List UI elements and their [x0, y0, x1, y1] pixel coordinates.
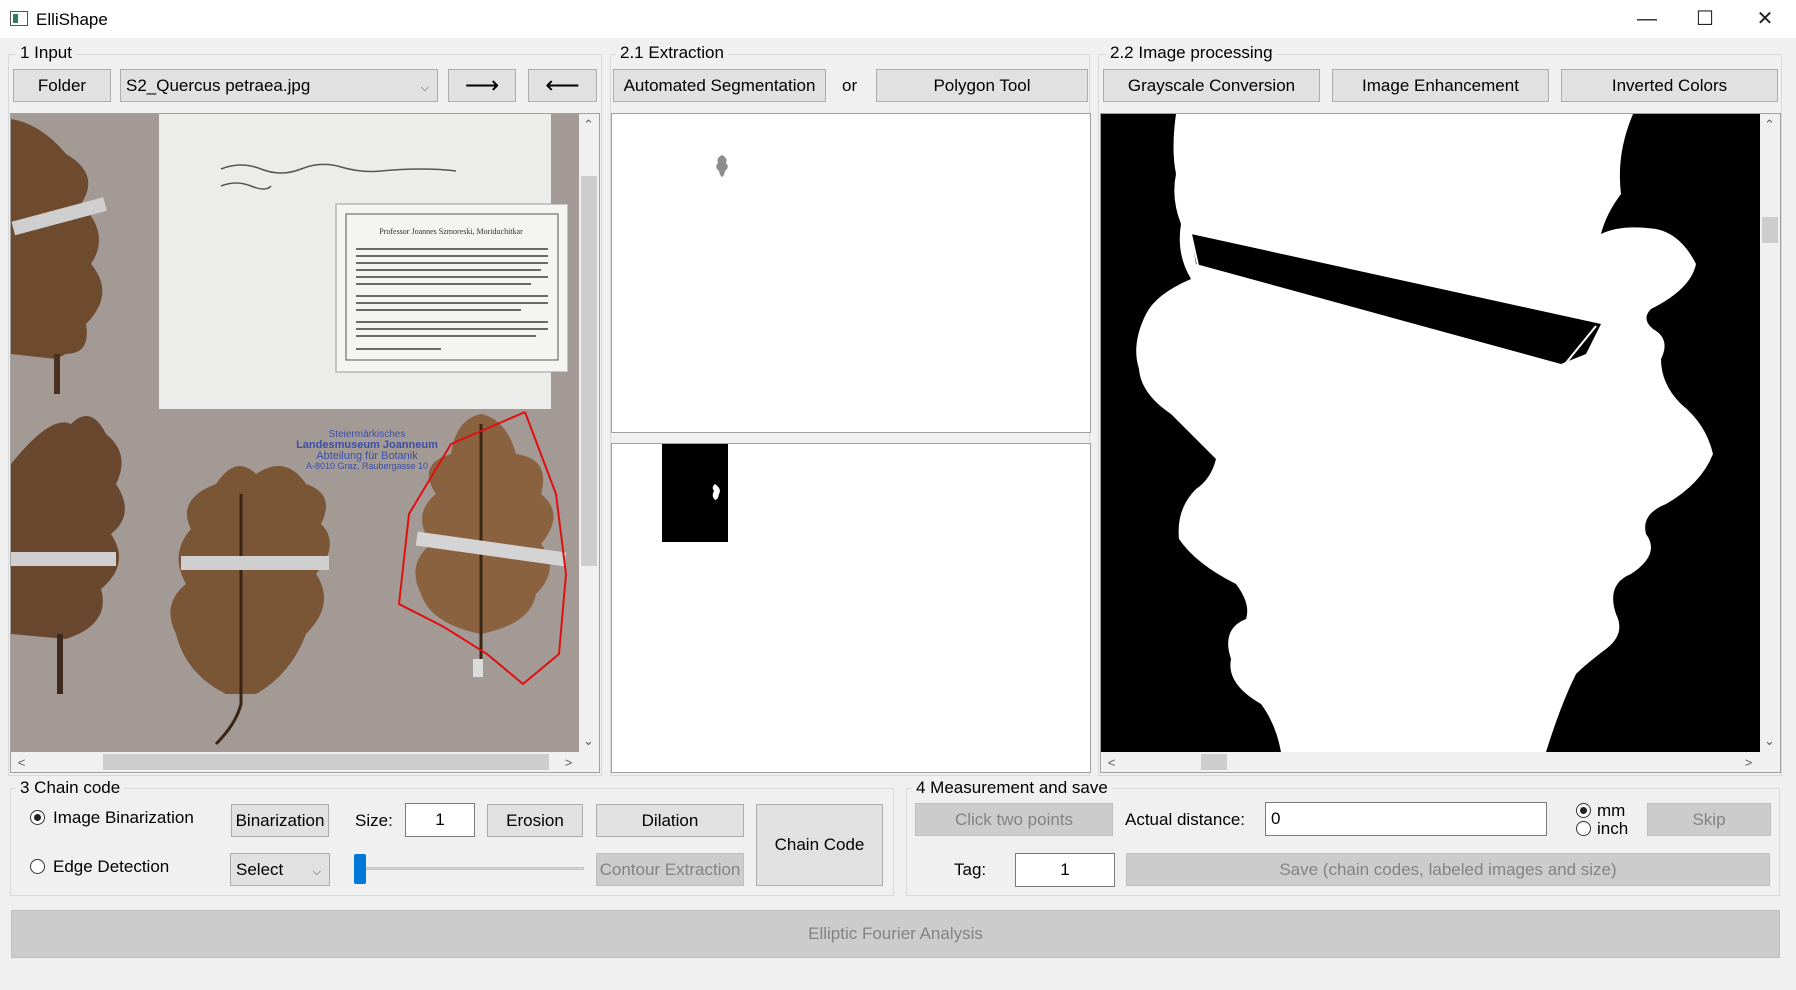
binary-mask-thumbnail — [662, 444, 728, 542]
edge-method-value: Select — [236, 859, 284, 879]
inverted-colors-button[interactable]: Inverted Colors — [1561, 69, 1778, 102]
unit-mm-radio[interactable] — [1576, 803, 1591, 818]
binarization-button[interactable]: Binarization — [231, 804, 329, 837]
unit-inch-label[interactable]: inch — [1597, 819, 1628, 839]
edge-detection-radio[interactable] — [30, 859, 45, 874]
chain-code-group-title: 3 Chain code — [16, 778, 125, 798]
vertical-scroll-thumb[interactable] — [1762, 217, 1778, 243]
polygon-tool-button[interactable]: Polygon Tool — [876, 69, 1088, 102]
stamp-line-4: A-8010 Graz, Raubergasse 10 — [306, 461, 428, 471]
extraction-group-title: 2.1 Extraction — [616, 43, 728, 63]
window-title: ElliShape — [36, 10, 108, 29]
threshold-slider-handle[interactable] — [354, 854, 366, 884]
scroll-right-icon[interactable]: > — [560, 754, 577, 771]
vertical-scroll-thumb[interactable] — [581, 176, 597, 566]
image-binarization-label[interactable]: Image Binarization — [53, 808, 194, 828]
erosion-button[interactable]: Erosion — [487, 804, 583, 837]
tag-input[interactable]: 1 — [1015, 853, 1115, 887]
input-vertical-scrollbar[interactable]: ⌃ ⌄ — [579, 114, 599, 752]
extraction-preview-panel[interactable] — [611, 113, 1091, 433]
file-select[interactable]: S2_Quercus petraea.jpg ⌵ — [120, 69, 438, 102]
chevron-down-icon: ⌵ — [312, 865, 321, 878]
chevron-down-icon: ⌵ — [420, 81, 429, 94]
elliptic-fourier-analysis-button[interactable]: Elliptic Fourier Analysis — [11, 910, 1780, 958]
previous-image-button[interactable]: ⟵ — [528, 69, 597, 102]
contour-extraction-button[interactable]: Contour Extraction — [596, 853, 744, 886]
image-enhancement-button[interactable]: Image Enhancement — [1332, 69, 1549, 102]
folder-button[interactable]: Folder — [13, 69, 111, 102]
unit-inch-radio[interactable] — [1576, 821, 1591, 836]
horizontal-scroll-thumb[interactable] — [103, 754, 549, 770]
edge-detection-label[interactable]: Edge Detection — [53, 857, 169, 877]
automated-segmentation-button[interactable]: Automated Segmentation — [613, 69, 826, 102]
threshold-slider-track[interactable] — [356, 867, 584, 870]
herbarium-image[interactable]: Professor Joannes Szmoreski, Moriduchitk… — [11, 114, 579, 752]
next-image-button[interactable]: ⟶ — [448, 69, 516, 102]
segmented-leaf-thumbnail — [716, 155, 728, 177]
processing-vertical-scrollbar[interactable]: ⌃ ⌄ — [1760, 114, 1780, 752]
scroll-up-icon[interactable]: ⌃ — [1761, 116, 1778, 133]
minimize-icon[interactable]: — — [1618, 0, 1676, 38]
app-icon — [10, 11, 28, 26]
measurement-group-title: 4 Measurement and save — [912, 778, 1112, 798]
size-input[interactable]: 1 — [405, 803, 475, 837]
input-group-title: 1 Input — [16, 43, 76, 63]
dilation-button[interactable]: Dilation — [596, 804, 744, 837]
herbarium-label-title: Professor Joannes Szmoreski, Moriduchitk… — [379, 227, 523, 236]
processing-image-viewer[interactable]: ⌃ ⌄ < > — [1100, 113, 1781, 773]
image-binarization-radio[interactable] — [30, 810, 45, 825]
edge-method-select[interactable]: Select ⌵ — [230, 853, 330, 886]
close-icon[interactable]: ✕ — [1736, 0, 1794, 38]
processing-group-title: 2.2 Image processing — [1106, 43, 1277, 63]
scroll-left-icon[interactable]: < — [13, 754, 30, 771]
skip-button[interactable]: Skip — [1647, 803, 1771, 836]
scroll-left-icon[interactable]: < — [1103, 754, 1120, 771]
maximize-icon[interactable]: ☐ — [1676, 0, 1734, 38]
tag-label: Tag: — [954, 860, 987, 879]
file-select-value: S2_Quercus petraea.jpg — [126, 75, 311, 95]
unit-mm-label[interactable]: mm — [1597, 801, 1625, 821]
extraction-mask-panel[interactable] — [611, 443, 1091, 773]
scroll-down-icon[interactable]: ⌄ — [1761, 732, 1778, 749]
save-button[interactable]: Save (chain codes, labeled images and si… — [1126, 853, 1770, 886]
scroll-up-icon[interactable]: ⌃ — [580, 116, 597, 133]
grayscale-conversion-button[interactable]: Grayscale Conversion — [1103, 69, 1320, 102]
scroll-down-icon[interactable]: ⌄ — [580, 732, 597, 749]
chain-code-button[interactable]: Chain Code — [756, 804, 883, 886]
click-two-points-button[interactable]: Click two points — [915, 803, 1113, 836]
scroll-right-icon[interactable]: > — [1740, 754, 1757, 771]
processing-horizontal-scrollbar[interactable]: < > — [1101, 752, 1760, 772]
size-label: Size: — [355, 811, 393, 830]
input-image-viewer[interactable]: Professor Joannes Szmoreski, Moriduchitk… — [10, 113, 600, 773]
actual-distance-input[interactable]: 0 — [1265, 802, 1547, 836]
horizontal-scroll-thumb[interactable] — [1201, 754, 1227, 770]
input-horizontal-scrollbar[interactable]: < > — [11, 752, 579, 772]
or-label: or — [842, 76, 858, 95]
title-bar: ElliShape — ☐ ✕ — [0, 0, 1796, 38]
actual-distance-label: Actual distance: — [1125, 810, 1246, 829]
processed-leaf-image[interactable] — [1101, 114, 1760, 752]
